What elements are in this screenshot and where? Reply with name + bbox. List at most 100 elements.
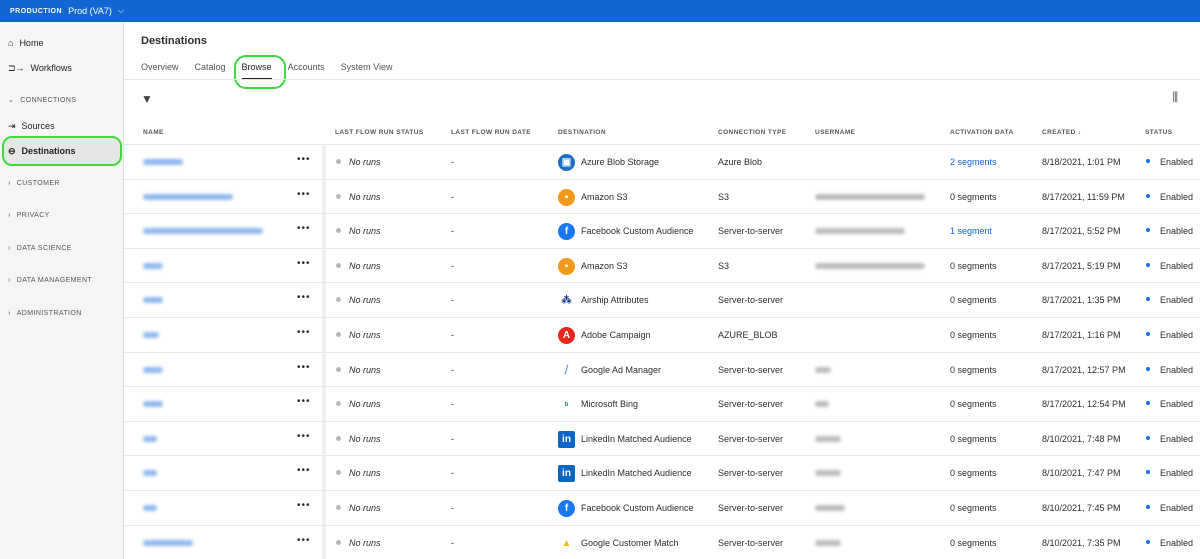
name-link[interactable]	[143, 332, 159, 338]
enabled-dot-icon	[1146, 539, 1150, 544]
table-row[interactable]: ••• No runs - ▣ Azure Blob Storage Azure…	[124, 144, 1200, 179]
more-actions-icon[interactable]: •••	[297, 431, 311, 442]
col-run-status[interactable]: LAST FLOW RUN STATUS	[335, 129, 424, 136]
sources-icon: ⇥	[8, 120, 16, 131]
destination-name: Facebook Custom Audience	[581, 226, 694, 237]
table-row[interactable]: ••• No runs - in LinkedIn Matched Audien…	[124, 455, 1200, 490]
chevron-right-icon: ›	[8, 309, 11, 317]
more-actions-icon[interactable]: •••	[297, 189, 311, 200]
table-row[interactable]: ••• No runs - A Adobe Campaign AZURE_BLO…	[124, 317, 1200, 352]
col-status[interactable]: STATUS	[1145, 129, 1172, 136]
workflows-icon: ⊐→	[8, 62, 25, 73]
section-privacy[interactable]: › PRIVACY	[6, 204, 122, 226]
more-actions-icon[interactable]: •••	[297, 362, 311, 373]
table-row[interactable]: ••• No runs - ⁂ Airship Attributes Serve…	[124, 282, 1200, 317]
col-connection-type[interactable]: CONNECTION TYPE	[718, 129, 786, 136]
chevron-down-icon: ⌄	[8, 97, 15, 104]
column-settings-icon[interactable]: ⫼	[1172, 90, 1178, 105]
name-link[interactable]	[143, 505, 157, 511]
name-link[interactable]	[143, 193, 233, 200]
username-redacted	[815, 366, 831, 373]
activation-data[interactable]: 1 segment	[950, 226, 992, 236]
connection-type: Server-to-server	[718, 295, 784, 306]
chevron-right-icon: ›	[8, 244, 11, 252]
destination-name: Airship Attributes	[581, 295, 649, 306]
sandbox-selector[interactable]: Prod (VA7)	[68, 6, 112, 16]
more-actions-icon[interactable]: •••	[297, 535, 311, 546]
table-row[interactable]: ••• No runs - ▪ Amazon S3 S3 0 segments …	[124, 178, 1200, 214]
section-connections[interactable]: ⌄ CONNECTIONS	[6, 89, 122, 111]
col-destination[interactable]: DESTINATION	[558, 129, 606, 136]
chevron-down-icon[interactable]: ⌵	[118, 6, 124, 16]
tab-overview[interactable]: Overview	[141, 62, 187, 76]
more-actions-icon[interactable]: •••	[297, 327, 311, 338]
enabled-dot-icon	[1146, 159, 1150, 163]
filter-icon[interactable]: ▼	[141, 92, 153, 106]
created-date: 8/17/2021, 1:16 PM	[1042, 330, 1121, 340]
activation-data[interactable]: 2 segments	[950, 157, 997, 167]
connection-type: Server-to-server	[718, 468, 784, 479]
more-actions-icon[interactable]: •••	[297, 154, 311, 165]
section-administration[interactable]: › ADMINISTRATION	[6, 302, 122, 324]
col-username[interactable]: USERNAME	[815, 129, 855, 136]
table-row[interactable]: ••• No runs - ⧸ Google Ad Manager Server…	[124, 351, 1200, 387]
label: DATA MANAGEMENT	[16, 276, 93, 284]
column-divider	[322, 283, 326, 317]
enabled-dot-icon	[1146, 470, 1150, 475]
more-actions-icon[interactable]: •••	[297, 396, 311, 407]
column-divider	[322, 179, 326, 214]
connection-type: Server-to-server	[718, 433, 784, 444]
col-created[interactable]: CREATED ↓	[1042, 129, 1082, 136]
sidebar-item-sources[interactable]: ⇥ Sources	[6, 115, 122, 137]
more-actions-icon[interactable]: •••	[297, 465, 311, 476]
label: ADMINISTRATION	[16, 309, 82, 317]
more-actions-icon[interactable]: •••	[297, 223, 311, 234]
label: PRIVACY	[16, 211, 50, 219]
name-link[interactable]	[143, 539, 193, 546]
col-activation[interactable]: ACTIVATION DATA	[950, 129, 1014, 136]
azure-icon: ▣	[558, 154, 575, 171]
section-data-science[interactable]: › DATA SCIENCE	[6, 237, 122, 259]
name-link[interactable]	[143, 228, 263, 235]
table-row[interactable]: ••• No runs - ▲ Google Customer Match Se…	[124, 524, 1200, 559]
enabled-dot-icon	[1146, 435, 1150, 440]
tab-system-view[interactable]: System View	[333, 62, 401, 76]
col-name[interactable]: NAME	[143, 129, 164, 136]
table-row[interactable]: ••• No runs - f Facebook Custom Audience…	[124, 213, 1200, 248]
run-date: -	[451, 260, 454, 271]
status-dot-icon	[336, 262, 341, 268]
status-text: Enabled	[1160, 191, 1194, 202]
sidebar: ⌂ Home ⊐→ Workflows ⌄ CONNECTIONS ⇥ Sources …	[0, 22, 124, 559]
run-status: No runs	[349, 399, 381, 410]
name-link[interactable]	[143, 366, 163, 373]
chevron-right-icon: ›	[8, 276, 11, 284]
table-row[interactable]: ••• No runs - f Facebook Custom Audience…	[124, 490, 1200, 525]
sidebar-item-destinations[interactable]: ⊖ Destinations	[2, 136, 122, 166]
run-date: -	[451, 364, 454, 375]
status-text: Enabled	[1160, 364, 1194, 375]
name-link[interactable]	[143, 159, 183, 165]
run-status: No runs	[349, 364, 381, 375]
table-row[interactable]: ••• No runs - in LinkedIn Matched Audien…	[124, 420, 1200, 456]
name-link[interactable]	[143, 262, 163, 269]
tab-catalog[interactable]: Catalog	[187, 62, 234, 76]
table-row[interactable]: ••• No runs - b Microsoft Bing Server-to…	[124, 386, 1200, 421]
sidebar-item-home[interactable]: ⌂ Home	[6, 32, 122, 54]
col-run-date[interactable]: LAST FLOW RUN DATE	[451, 129, 531, 136]
name-link[interactable]	[143, 435, 157, 442]
table-row[interactable]: ••• No runs - ▪ Amazon S3 S3 0 segments …	[124, 247, 1200, 283]
section-customer[interactable]: › CUSTOMER	[6, 172, 122, 194]
activation-data: 0 segments	[950, 364, 997, 375]
name-link[interactable]	[143, 470, 157, 477]
section-data-management[interactable]: › DATA MANAGEMENT	[6, 269, 122, 291]
more-actions-icon[interactable]: •••	[297, 258, 311, 269]
tab-accounts[interactable]: Accounts	[280, 62, 333, 76]
run-date: -	[451, 330, 454, 340]
more-actions-icon[interactable]: •••	[297, 500, 311, 511]
more-actions-icon[interactable]: •••	[297, 292, 311, 303]
name-link[interactable]	[143, 401, 163, 408]
sidebar-item-workflows[interactable]: ⊐→ Workflows	[6, 57, 122, 79]
status-dot-icon	[336, 193, 341, 199]
name-link[interactable]	[143, 297, 163, 304]
gam-icon: ⧸	[558, 361, 575, 379]
